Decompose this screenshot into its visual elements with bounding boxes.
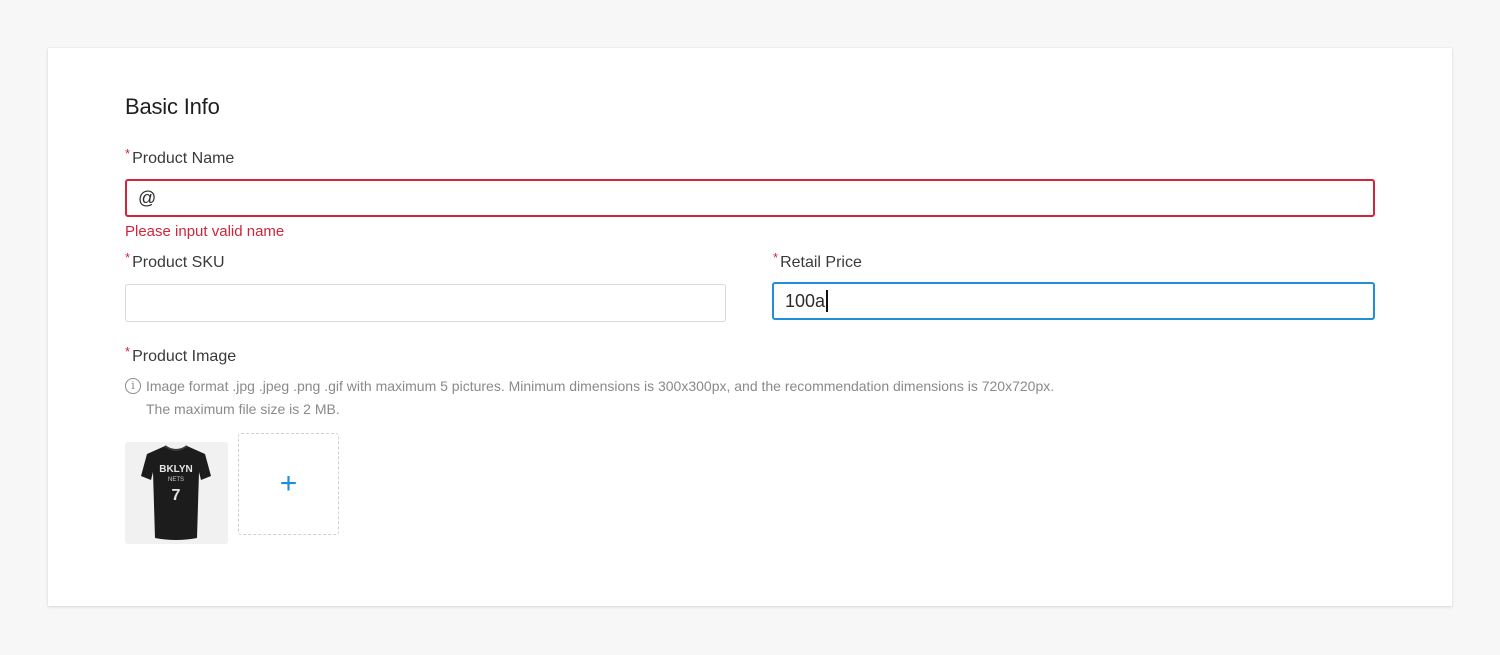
required-mark: * xyxy=(125,250,131,265)
info-icon: i xyxy=(125,378,141,394)
tshirt-text-2: NETS xyxy=(168,477,184,483)
plus-icon: + xyxy=(279,467,298,500)
product-name-error: Please input valid name xyxy=(125,223,285,240)
tshirt-text-1: BKLYN xyxy=(159,464,193,475)
image-hint-line-2: The maximum file size is 2 MB. xyxy=(146,401,340,417)
basic-info-card: Basic Info * Product Name @ Please input … xyxy=(48,48,1452,606)
product-sku-input[interactable] xyxy=(125,284,726,322)
required-mark: * xyxy=(125,344,131,359)
retail-price-input[interactable]: 100a xyxy=(772,282,1375,320)
retail-price-label: * Retail Price xyxy=(773,250,862,271)
tshirt-image: BKLYN NETS 7 xyxy=(125,442,228,544)
image-hint-line-1: Image format .jpg .jpeg .png .gif with m… xyxy=(146,378,1055,394)
section-title: Basic Info xyxy=(125,94,220,119)
required-mark: * xyxy=(773,250,779,265)
text-caret xyxy=(826,290,828,312)
tshirt-number: 7 xyxy=(172,487,181,504)
product-name-label: * Product Name xyxy=(125,146,235,167)
product-sku-label: * Product SKU xyxy=(125,250,225,271)
required-mark: * xyxy=(125,146,131,161)
product-image-thumbnail[interactable]: BKLYN NETS 7 xyxy=(125,442,228,544)
product-name-input[interactable]: @ xyxy=(125,179,1375,217)
product-image-label: * Product Image xyxy=(125,344,237,365)
add-image-button[interactable]: + xyxy=(238,433,339,535)
